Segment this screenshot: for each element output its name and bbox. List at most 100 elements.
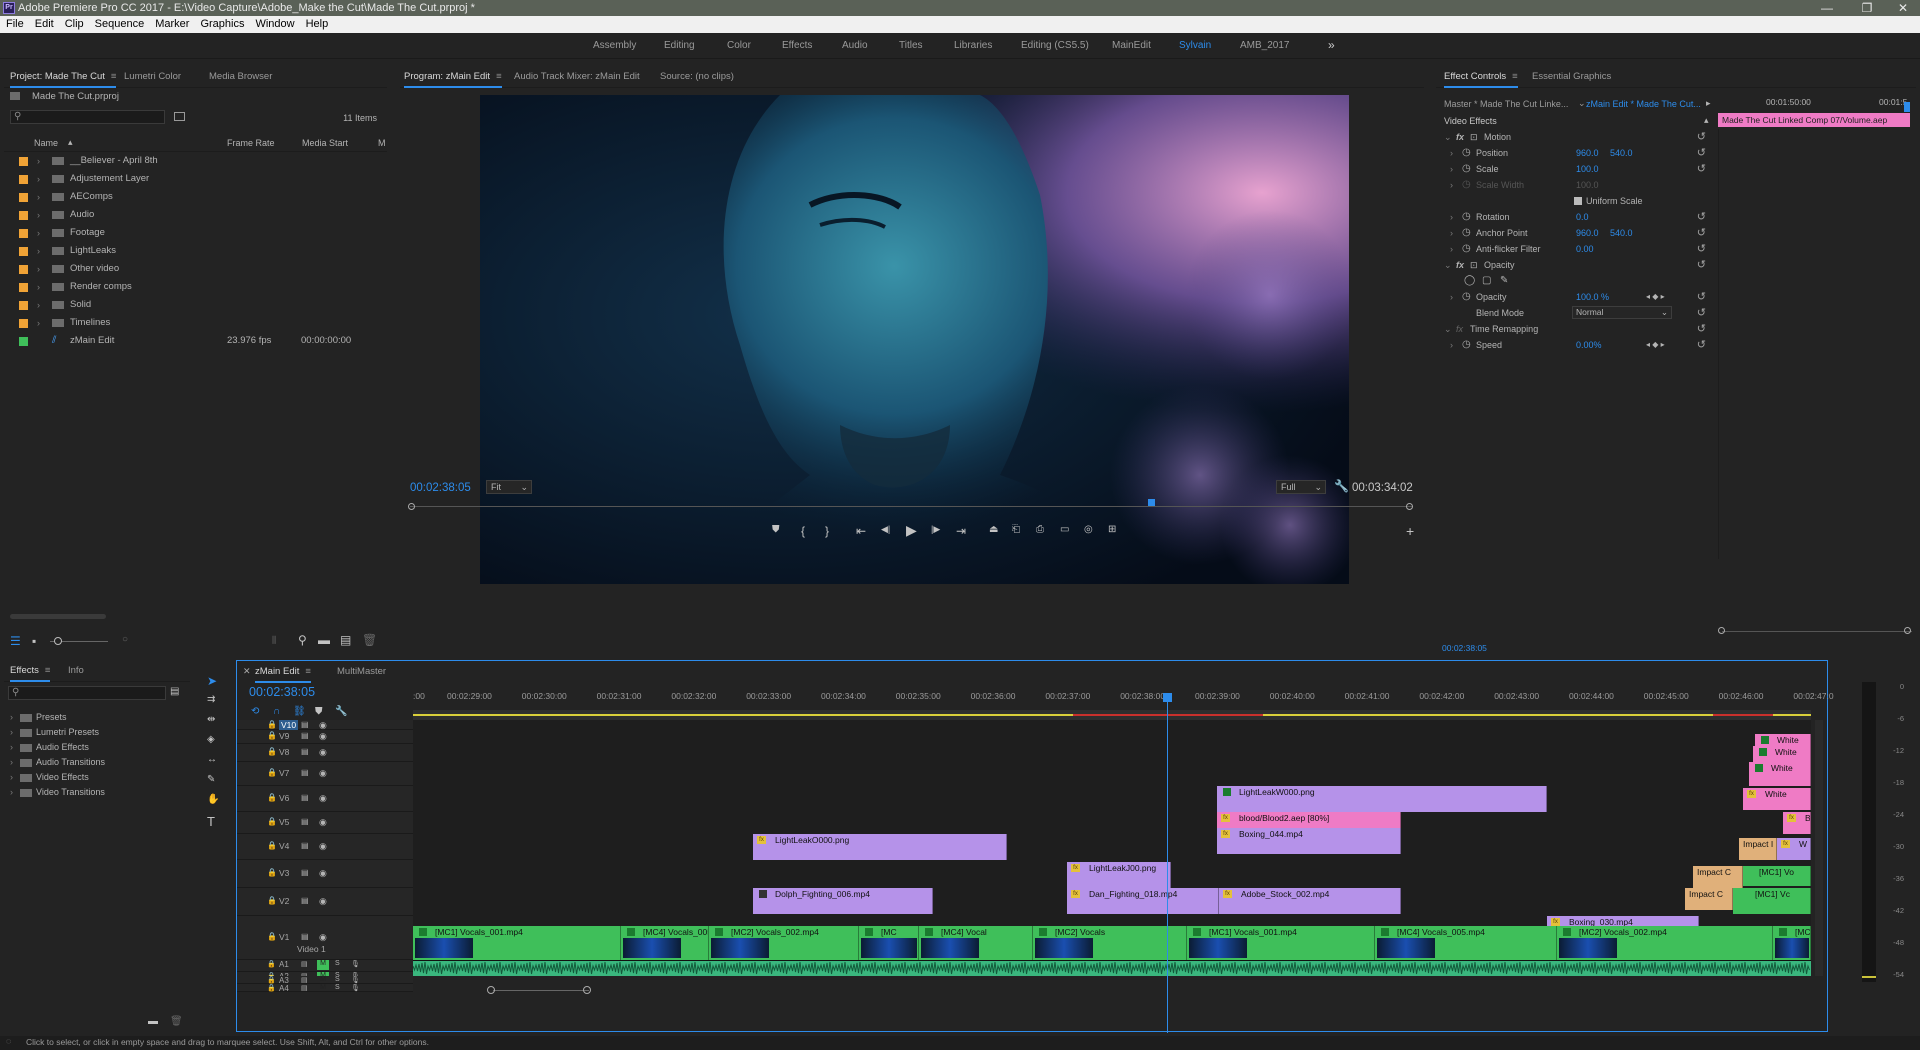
bin-item[interactable]: › Render comps: [4, 278, 387, 296]
button-editor-plus-icon[interactable]: +: [1406, 523, 1414, 539]
selection-tool-icon[interactable]: ➤: [207, 674, 217, 688]
program-current-timecode[interactable]: 00:02:38:05: [410, 482, 471, 494]
effects-folder-item[interactable]: › Video Effects: [4, 770, 190, 785]
lock-icon[interactable]: 🔒: [267, 932, 277, 941]
timeline-current-timecode[interactable]: 00:02:38:05: [249, 685, 315, 699]
video-track-header[interactable]: 🔒 V8 ▤ ◉: [237, 744, 413, 762]
label-color-swatch[interactable]: [19, 283, 28, 292]
clip-lightleak-w000[interactable]: LightLeakW000.png: [1217, 786, 1547, 812]
maximize-button[interactable]: ❐: [1852, 0, 1882, 16]
label-color-swatch[interactable]: [19, 193, 28, 202]
effect-row-scale[interactable]: › ◷ Scale 100.0 ↺: [1436, 161, 1718, 177]
v1-clip[interactable]: [MC: [859, 926, 919, 960]
sequence-item[interactable]: ⫽ zMain Edit 23.976 fps 00:00:00:00: [4, 332, 387, 350]
workspace-assembly[interactable]: Assembly: [593, 40, 636, 51]
sync-lock-icon[interactable]: ▤: [301, 984, 308, 992]
tab-project[interactable]: Project: Made The Cut ≡: [10, 71, 117, 88]
reset-parameter-icon[interactable]: ↺: [1697, 257, 1706, 273]
reset-parameter-icon[interactable]: ↺: [1697, 305, 1706, 321]
label-color-swatch[interactable]: [19, 319, 28, 328]
insert-sequence-as-nest-icon[interactable]: ⟲: [251, 706, 259, 717]
menu-help[interactable]: Help: [300, 16, 334, 33]
tab-media-browser[interactable]: Media Browser: [209, 71, 272, 82]
clip-adobe-stock[interactable]: fx Adobe_Stock_002.mp4: [1219, 888, 1401, 914]
chevron-right-icon[interactable]: ›: [37, 278, 40, 296]
pen-mask-icon[interactable]: ✎: [1500, 273, 1508, 289]
add-marker-icon[interactable]: ⛊: [315, 706, 323, 717]
stopwatch-icon[interactable]: ◷: [1462, 145, 1471, 161]
v1-track-clips[interactable]: [MC1] Vocals_001.mp4[MC4] Vocals_005.mp4…: [413, 926, 1811, 960]
sequence-clip-label[interactable]: zMain Edit * Made The Cut...: [1586, 99, 1701, 109]
lock-icon[interactable]: 🔒: [267, 793, 277, 802]
chevron-right-icon[interactable]: ›: [1450, 161, 1453, 177]
v1-clip[interactable]: [MC2] Vocals_002.mp4: [1557, 926, 1773, 960]
tab-info[interactable]: Info: [68, 665, 84, 676]
add-marker-icon[interactable]: ⛊: [772, 524, 780, 535]
lift-icon[interactable]: ⏏: [989, 524, 998, 535]
program-playhead[interactable]: [1148, 499, 1156, 506]
keyframe-navigator-icon[interactable]: ◂ ◆ ▸: [1646, 289, 1665, 305]
sync-lock-icon[interactable]: ▤: [301, 720, 309, 729]
clip-impact-3[interactable]: Impact C: [1685, 888, 1733, 910]
column-frame-rate[interactable]: Frame Rate: [227, 138, 275, 148]
label-color-swatch[interactable]: [19, 265, 28, 274]
video-track-header[interactable]: 🔒 V2 ▤ ◉: [237, 888, 413, 916]
clip-impact-1[interactable]: Impact I: [1739, 838, 1777, 860]
snap-magnet-icon[interactable]: ∩: [273, 706, 280, 717]
video-track-header[interactable]: 🔒 V10 ▤ ◉: [237, 720, 413, 730]
v1-clip[interactable]: [MC1] Vocals_001.mp: [1773, 926, 1811, 960]
new-custom-bin-icon[interactable]: ▤: [170, 686, 179, 697]
workspace-amb2017[interactable]: AMB_2017: [1240, 40, 1289, 51]
new-bin-icon[interactable]: ▬: [148, 1016, 158, 1027]
effect-row-anchor-point[interactable]: › ◷ Anchor Point 960.0 540.0 ↺: [1436, 225, 1718, 241]
reset-parameter-icon[interactable]: ↺: [1697, 145, 1706, 161]
timeline-vertical-scrollbar[interactable]: [1815, 720, 1823, 976]
property-value-1[interactable]: 960.0: [1576, 225, 1599, 241]
clip-white-2[interactable]: White: [1753, 746, 1811, 762]
chevron-down-icon[interactable]: ⌄: [1444, 321, 1452, 337]
timeline-settings-wrench-icon[interactable]: 🔧: [335, 706, 347, 717]
sync-lock-icon[interactable]: ▤: [301, 768, 309, 777]
chevron-right-icon[interactable]: ›: [37, 206, 40, 224]
project-scrollbar[interactable]: [10, 614, 106, 619]
sync-lock-icon[interactable]: ▤: [301, 896, 309, 905]
multicam-icon[interactable]: ⊞: [1108, 524, 1116, 535]
property-value-1[interactable]: 100.0 %: [1576, 289, 1609, 305]
clip-boxing-044[interactable]: fx Boxing_044.mp4: [1217, 828, 1401, 854]
effect-row-scale-width[interactable]: › ◷ Scale Width 100.0: [1436, 177, 1718, 193]
tab-audio-track-mixer[interactable]: Audio Track Mixer: zMain Edit: [514, 71, 640, 82]
lock-icon[interactable]: 🔒: [267, 868, 277, 877]
stopwatch-icon[interactable]: ◷: [1462, 177, 1471, 193]
eye-icon[interactable]: ◉: [319, 841, 327, 852]
sync-lock-icon[interactable]: ▤: [301, 731, 309, 740]
label-color-swatch[interactable]: [19, 229, 28, 238]
export-frame-icon[interactable]: ⎙: [1036, 524, 1044, 535]
solo-button[interactable]: S: [335, 976, 340, 983]
clip-bl[interactable]: fxBl: [1783, 812, 1811, 834]
chevron-right-icon[interactable]: ›: [37, 224, 40, 242]
v1-clip[interactable]: [MC1] Vocals_001.mp4: [413, 926, 621, 960]
v1-clip[interactable]: [MC1] Vocals_001.mp4: [1187, 926, 1375, 960]
bin-item[interactable]: › Audio: [4, 206, 387, 224]
sync-lock-icon[interactable]: ▤: [301, 868, 309, 877]
effect-row-speed[interactable]: › ◷ Speed 0.00% ◂ ◆ ▸ ↺: [1436, 337, 1718, 353]
reset-parameter-icon[interactable]: ↺: [1697, 161, 1706, 177]
menu-clip[interactable]: Clip: [59, 16, 89, 33]
scrubber-start-handle[interactable]: [408, 503, 415, 510]
microphone-icon[interactable]: 🎙: [351, 976, 360, 984]
bin-item[interactable]: › Solid: [4, 296, 387, 314]
sync-lock-icon[interactable]: ▤: [301, 932, 309, 941]
eye-icon[interactable]: ◉: [319, 793, 327, 804]
clear-icon[interactable]: 🗑: [362, 633, 377, 647]
bin-item[interactable]: › __Believer - April 8th: [4, 152, 387, 170]
clip-dolph-fighting[interactable]: Dolph_Fighting_006.mp4: [753, 888, 933, 914]
chevron-right-icon[interactable]: ›: [1450, 337, 1453, 353]
reset-parameter-icon[interactable]: ↺: [1697, 337, 1706, 353]
track-select-tool-icon[interactable]: ⇉: [207, 694, 215, 705]
property-value-1[interactable]: 0.00: [1576, 241, 1594, 257]
effect-row-position[interactable]: › ◷ Position 960.0 540.0 ↺: [1436, 145, 1718, 161]
chevron-right-icon[interactable]: ›: [1450, 145, 1453, 161]
go-to-out-icon[interactable]: ⇥: [956, 524, 966, 538]
chevron-right-icon[interactable]: ›: [37, 314, 40, 332]
stopwatch-icon[interactable]: ◷: [1462, 161, 1471, 177]
